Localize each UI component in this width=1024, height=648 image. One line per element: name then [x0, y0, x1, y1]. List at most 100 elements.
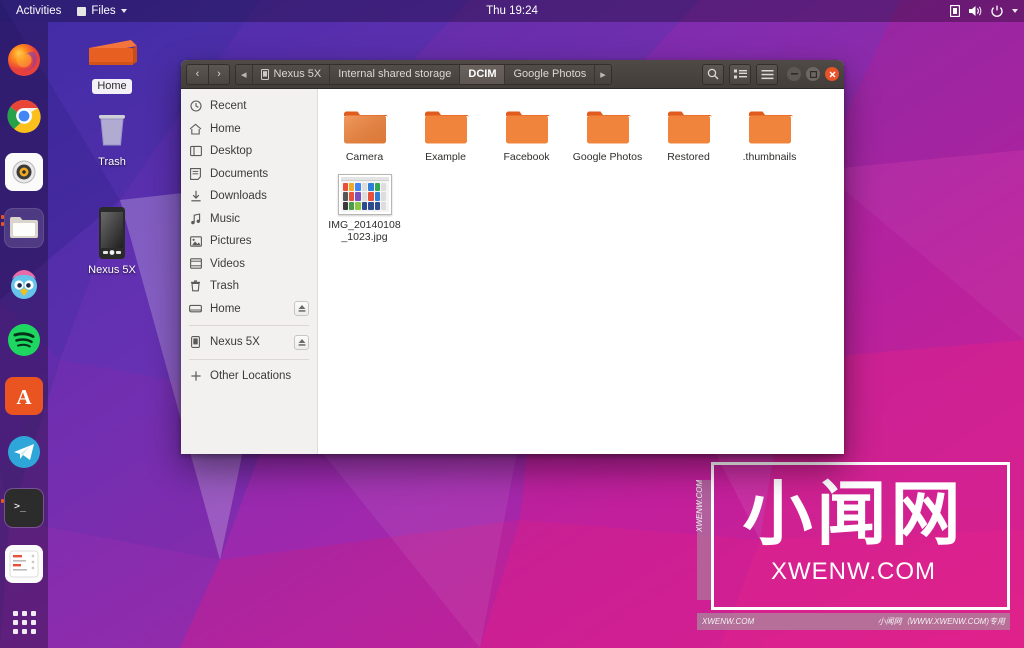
- desktop-icon-trash[interactable]: Trash: [69, 108, 155, 170]
- view-toggle-button[interactable]: [729, 63, 751, 85]
- svg-text:>_: >_: [14, 501, 27, 512]
- chevron-down-icon[interactable]: [1012, 9, 1018, 13]
- sidebar-item-pictures[interactable]: Pictures: [181, 230, 317, 253]
- telegram-icon: [5, 433, 43, 471]
- file-name: Restored: [667, 151, 710, 163]
- clock[interactable]: Thu 19:24: [486, 5, 538, 17]
- sidebar-item-label: Documents: [210, 167, 269, 180]
- dock-item-ubuntu-software[interactable]: A: [0, 368, 48, 424]
- dock-item-text-editor[interactable]: [0, 536, 48, 592]
- dock-item-telegram[interactable]: [0, 424, 48, 480]
- file-item-google-photos[interactable]: Google Photos: [567, 97, 648, 165]
- hamburger-menu-icon: [761, 69, 773, 79]
- sidebar-item-label: Home: [210, 302, 241, 315]
- downloads-icon: [189, 190, 202, 203]
- dock-item-terminal[interactable]: >_: [0, 480, 48, 536]
- sidebar-item-home-drive[interactable]: Home: [181, 298, 317, 321]
- sidebar-separator: [189, 358, 309, 360]
- drive-icon: [189, 302, 202, 315]
- sidebar-item-label: Other Locations: [210, 369, 292, 382]
- terminal-icon: >_: [5, 489, 43, 527]
- sidebar-item-music[interactable]: Music: [181, 208, 317, 231]
- file-name: Google Photos: [572, 151, 643, 163]
- watermark: XWENW.COM 小闻网 XWENW.COM XWENW.COM 小闻网（WW…: [695, 462, 1010, 630]
- sidebar-item-videos[interactable]: Videos: [181, 253, 317, 276]
- ubuntu-software-icon: A: [5, 377, 43, 415]
- file-name: IMG_20140108_1023.jpg: [328, 219, 401, 243]
- file-item-restored[interactable]: Restored: [648, 97, 729, 165]
- desktop-icon-label: Nexus 5X: [88, 264, 136, 276]
- folder-icon: [326, 101, 403, 147]
- show-applications-button[interactable]: [0, 611, 48, 634]
- file-name: Example: [425, 151, 466, 163]
- eject-icon: [298, 305, 305, 312]
- chevron-down-icon: [120, 9, 127, 13]
- eject-button[interactable]: [294, 301, 309, 317]
- dock-item-thunderbird[interactable]: [0, 256, 48, 312]
- activities-button[interactable]: Activities: [8, 0, 69, 22]
- google-chrome-icon: [5, 97, 43, 135]
- sidebar-item-label: Desktop: [210, 145, 253, 158]
- dock-item-spotify[interactable]: [0, 312, 48, 368]
- breadcrumb-item-nexus-5x[interactable]: Nexus 5X: [252, 64, 331, 84]
- maximize-button[interactable]: [806, 67, 820, 81]
- top-bar: Activities Files Thu 19:24: [0, 0, 1024, 22]
- breadcrumb-scroll-right[interactable]: ▸: [595, 64, 611, 84]
- dock-item-rhythmbox[interactable]: [0, 144, 48, 200]
- app-menu-button[interactable]: Files: [69, 0, 134, 22]
- sidebar-item-label: Home: [210, 122, 241, 135]
- phone-icon: [189, 336, 202, 349]
- file-item-facebook[interactable]: Facebook: [486, 97, 567, 165]
- minimize-icon: [790, 73, 798, 75]
- dock-item-firefox[interactable]: [0, 32, 48, 88]
- clock-icon: [189, 100, 202, 113]
- app-menu-label: Files: [91, 5, 116, 17]
- dock-item-google-chrome[interactable]: [0, 88, 48, 144]
- navigation-buttons: ‹ ›: [186, 63, 230, 85]
- spotify-icon: [5, 321, 43, 359]
- watermark-domain-text: XWENW.COM: [771, 558, 936, 585]
- menu-button[interactable]: [756, 63, 778, 85]
- status-indicators[interactable]: [950, 5, 1018, 17]
- text-editor-icon: [5, 545, 43, 583]
- sidebar-item-nexus-5x[interactable]: Nexus 5X: [181, 331, 317, 354]
- close-icon: [829, 71, 835, 77]
- file-item-image[interactable]: IMG_20140108_1023.jpg: [324, 165, 405, 245]
- breadcrumb-item-internal-shared-storage[interactable]: Internal shared storage: [330, 64, 461, 84]
- breadcrumb-scroll-left[interactable]: ◂: [236, 64, 253, 84]
- minimize-button[interactable]: [787, 67, 801, 81]
- breadcrumb-label: DCIM: [468, 68, 497, 80]
- breadcrumb-label: Google Photos: [513, 68, 587, 80]
- dock-item-files[interactable]: [0, 200, 48, 256]
- back-button[interactable]: ‹: [186, 63, 208, 85]
- videos-icon: [189, 257, 202, 270]
- file-list-view[interactable]: Camera Example Facebook Google Photos Re…: [318, 89, 844, 454]
- files-icon: [77, 6, 87, 16]
- breadcrumb-item-google-photos[interactable]: Google Photos: [505, 64, 596, 84]
- breadcrumb-label: Nexus 5X: [273, 68, 322, 80]
- forward-button[interactable]: ›: [208, 63, 230, 85]
- desktop-icon-nexus-5x[interactable]: Nexus 5X: [69, 206, 155, 278]
- sidebar-item-recent[interactable]: Recent: [181, 95, 317, 118]
- device-icon: [950, 5, 960, 17]
- sidebar-item-home[interactable]: Home: [181, 118, 317, 141]
- watermark-bottom-strip: XWENW.COM 小闻网（WWW.XWENW.COM)专用: [697, 613, 1010, 630]
- phone-icon: [99, 207, 125, 259]
- sidebar-item-downloads[interactable]: Downloads: [181, 185, 317, 208]
- sidebar-item-documents[interactable]: Documents: [181, 163, 317, 186]
- desktop-icon-home-drive[interactable]: Home: [69, 36, 155, 94]
- svg-text:A: A: [16, 385, 32, 409]
- close-button[interactable]: [825, 67, 839, 81]
- sidebar-item-other-locations[interactable]: Other Locations: [181, 365, 317, 388]
- sidebar-item-label: Trash: [210, 280, 239, 293]
- eject-button[interactable]: [294, 334, 309, 350]
- file-item-camera[interactable]: Camera: [324, 97, 405, 165]
- sidebar-item-desktop[interactable]: Desktop: [181, 140, 317, 163]
- sidebar-item-trash[interactable]: Trash: [181, 275, 317, 298]
- file-item-thumbnails[interactable]: .thumbnails: [729, 97, 810, 165]
- search-button[interactable]: [702, 63, 724, 85]
- file-item-example[interactable]: Example: [405, 97, 486, 165]
- folder-icon: [569, 101, 646, 147]
- breadcrumb-item-dcim[interactable]: DCIM: [460, 64, 506, 84]
- rhythmbox-icon: [5, 153, 43, 191]
